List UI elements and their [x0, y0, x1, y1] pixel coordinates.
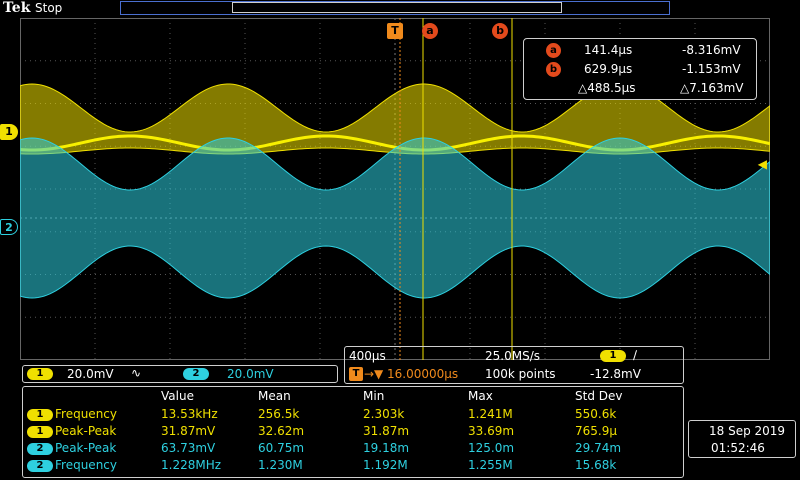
measurement-channel-badge: 1: [27, 409, 53, 421]
trigger-position-badge[interactable]: T: [387, 23, 403, 39]
measurement-value: 13.53kHz: [161, 407, 218, 421]
cursor-a-value: -8.316mV: [682, 43, 741, 57]
cursor-readout-panel[interactable]: a 141.4µs -8.316mV b 629.9µs -1.153mV △4…: [523, 38, 757, 100]
trigger-slope-icon: ∕: [633, 348, 638, 362]
measurement-table[interactable]: Value Mean Min Max Std Dev 1 Frequency 13.53kH…: [22, 386, 684, 478]
cursor-a-badge[interactable]: a: [422, 23, 438, 39]
measurement-name: Frequency: [55, 458, 117, 472]
measurement-max: 1.241M: [468, 407, 513, 421]
ch1-scale-value[interactable]: 20.0mV: [67, 367, 114, 381]
ch1-offset-marker[interactable]: 1: [0, 124, 18, 140]
cursor-delta-value: △7.163mV: [680, 81, 744, 95]
ch2-offset-marker[interactable]: 2: [0, 219, 18, 235]
cursor-b-time: 629.9µs: [584, 62, 633, 76]
cursor-delta-row: △488.5µs △7.163mV: [524, 81, 756, 99]
measurement-min: 1.192M: [363, 458, 408, 472]
measurement-std: 15.68k: [575, 458, 617, 472]
trigger-position-arrow-icon: →▼: [364, 367, 384, 381]
trigger-level-arrow-icon[interactable]: ◀: [758, 157, 767, 171]
cursor-a-row: a 141.4µs -8.316mV: [524, 43, 756, 61]
measurement-std: 29.74m: [575, 441, 622, 455]
trigger-source-badge[interactable]: 1: [600, 350, 626, 362]
cursor-b-readout-badge: b: [546, 62, 561, 77]
time-per-div[interactable]: 400µs: [349, 349, 386, 363]
timebase-trigger-panel[interactable]: 400µs 25.0MS/s 1 ∕ T →▼ 16.00000µs 100k …: [344, 346, 684, 384]
measurement-name: Peak-Peak: [55, 441, 117, 455]
measurement-std: 765.9µ: [575, 424, 617, 438]
cursor-a-time: 141.4µs: [584, 43, 633, 57]
measurement-mean: 1.230M: [258, 458, 303, 472]
trigger-position-value[interactable]: 16.00000µs: [387, 367, 458, 381]
measurement-name: Frequency: [55, 407, 117, 421]
measurement-channel-badge: 1: [27, 426, 53, 438]
trigger-position-badge-small: T: [349, 367, 363, 381]
measurement-value: 63.73mV: [161, 441, 216, 455]
date-time-display: 18 Sep 2019 01:52:46: [688, 420, 796, 458]
cursor-b-badge[interactable]: b: [492, 23, 508, 39]
measurement-min: 31.87m: [363, 424, 410, 438]
record-view-window[interactable]: [232, 2, 562, 13]
cursor-a-readout-badge: a: [546, 43, 561, 58]
measurement-mean: 60.75m: [258, 441, 305, 455]
date-text: 18 Sep 2019: [709, 424, 786, 438]
measurement-channel-badge: 2: [27, 443, 53, 455]
measurement-mean: 256.5k: [258, 407, 300, 421]
measurement-name: Peak-Peak: [55, 424, 117, 438]
cursor-delta-time: △488.5µs: [578, 81, 636, 95]
trigger-level[interactable]: -12.8mV: [590, 367, 641, 381]
measurement-min: 19.18m: [363, 441, 410, 455]
ch1-scale-badge[interactable]: 1: [27, 368, 53, 380]
channel-scale-bar[interactable]: 1 20.0mV ∿ 2 20.0mV: [22, 365, 338, 383]
measurement-std: 550.6k: [575, 407, 617, 421]
measurement-header-std-dev: Std Dev: [575, 389, 623, 403]
measurement-mean: 32.62m: [258, 424, 305, 438]
measurement-max: 125.0m: [468, 441, 515, 455]
cursor-b-value: -1.153mV: [682, 62, 741, 76]
ch2-scale-value[interactable]: 20.0mV: [227, 367, 274, 381]
measurement-header-value: Value: [161, 389, 194, 403]
measurement-min: 2.303k: [363, 407, 405, 421]
measurement-channel-badge: 2: [27, 460, 53, 472]
acquisition-state[interactable]: Stop: [35, 1, 62, 15]
measurement-value: 1.228MHz: [161, 458, 222, 472]
cursor-b-row: b 629.9µs -1.153mV: [524, 62, 756, 80]
measurement-value: 31.87mV: [161, 424, 216, 438]
measurement-header-min: Min: [363, 389, 385, 403]
ch2-waveform: [20, 137, 770, 299]
sample-rate: 25.0MS/s: [485, 349, 540, 363]
measurement-header-max: Max: [468, 389, 493, 403]
brand-logo: Tek: [3, 0, 31, 16]
measurement-max: 1.255M: [468, 458, 513, 472]
time-text: 01:52:46: [711, 441, 765, 455]
ch1-coupling-icon: ∿: [131, 366, 142, 380]
ch2-scale-badge[interactable]: 2: [183, 368, 209, 380]
record-length: 100k points: [485, 367, 556, 381]
measurement-header-mean: Mean: [258, 389, 291, 403]
measurement-max: 33.69m: [468, 424, 515, 438]
